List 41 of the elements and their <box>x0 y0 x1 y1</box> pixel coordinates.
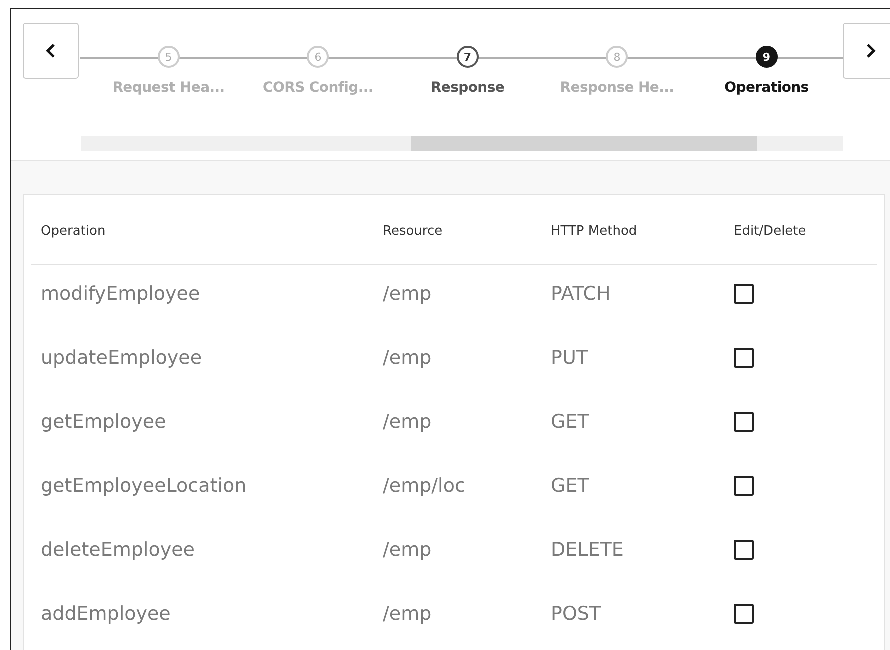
checkbox[interactable] <box>734 348 754 368</box>
checkbox[interactable] <box>734 412 754 432</box>
table-cell-text: /emp/loc <box>383 475 466 498</box>
checkbox[interactable] <box>734 476 754 496</box>
chevron-right-icon <box>866 43 876 59</box>
table-cell-text: /emp <box>383 347 433 370</box>
table-cell-text: PATCH <box>551 283 612 306</box>
table-cell-text: /emp <box>383 411 433 434</box>
table-cell-text: /emp <box>383 539 433 562</box>
table-cell-text: addEmployee <box>41 603 172 626</box>
table-cell-text: /emp <box>383 283 433 306</box>
checkbox[interactable] <box>734 284 754 304</box>
table-cell-text: updateEmployee <box>41 347 204 370</box>
table-cell-text: getEmployee <box>41 411 168 434</box>
checkbox[interactable] <box>734 540 754 560</box>
table-cell-text: modifyEmployee <box>41 283 202 306</box>
table-cell-text: GET <box>551 475 590 498</box>
step-label[interactable]: Operations <box>724 80 809 96</box>
table-cell-text: GET <box>551 411 590 434</box>
table-cell-text: PUT <box>551 347 589 370</box>
table-cell-text: /emp <box>383 603 433 626</box>
step-number[interactable]: 6 <box>307 46 330 68</box>
column-header: Edit/Delete <box>734 224 808 240</box>
column-header: Resource <box>383 224 444 240</box>
scrollbar-thumb[interactable] <box>411 136 757 151</box>
step-number[interactable]: 8 <box>606 46 628 68</box>
step-number[interactable]: 7 <box>456 46 479 68</box>
checkbox[interactable] <box>734 604 754 624</box>
column-header: HTTP Method <box>551 224 638 240</box>
chevron-left-icon <box>46 43 56 59</box>
step-label[interactable]: Response <box>430 80 505 96</box>
table-cell-text: DELETE <box>551 539 625 562</box>
step-label[interactable]: CORS Config... <box>263 80 374 96</box>
step-number[interactable]: 5 <box>158 46 180 68</box>
table-cell-text: POST <box>551 603 602 626</box>
table-cell-text: deleteEmployee <box>41 539 196 562</box>
step-label[interactable]: Request Hea... <box>112 80 225 96</box>
table-cell-text: getEmployeeLocation <box>41 475 248 498</box>
step-number[interactable]: 9 <box>756 46 778 68</box>
column-header: Operation <box>41 224 107 240</box>
step-label[interactable]: Response He... <box>560 80 674 96</box>
